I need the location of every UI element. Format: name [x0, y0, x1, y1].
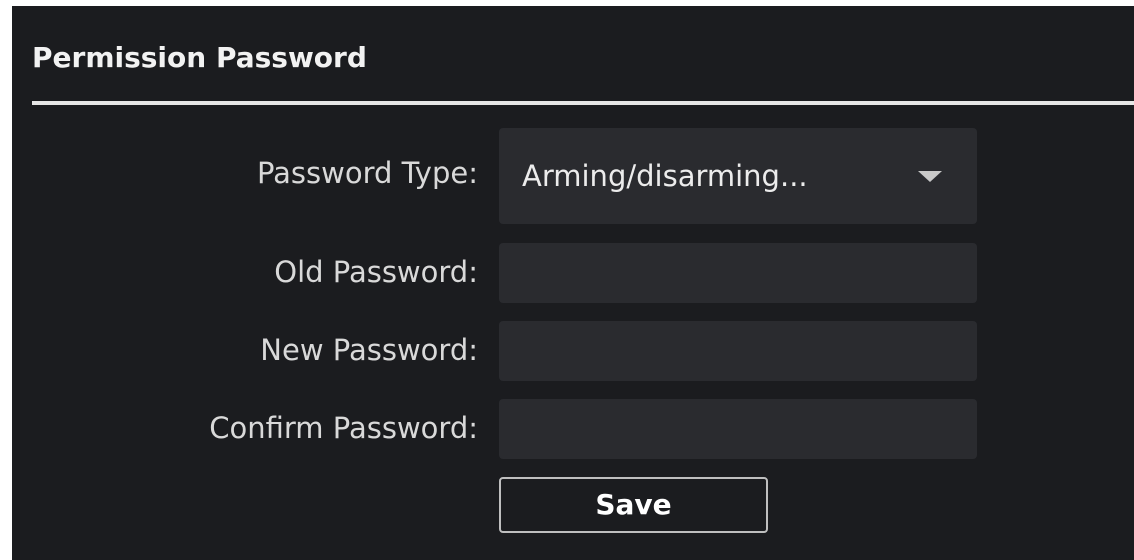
permission-password-panel: Permission Password Password Type: Armin…	[12, 6, 1134, 560]
password-type-value: Arming/disarming...	[522, 159, 808, 193]
old-password-label: Old Password:	[274, 255, 478, 289]
old-password-input[interactable]	[499, 243, 977, 303]
new-password-input[interactable]	[499, 321, 977, 381]
save-button[interactable]: Save	[499, 477, 768, 533]
chevron-down-icon	[918, 171, 942, 182]
confirm-password-input[interactable]	[499, 399, 977, 459]
confirm-password-label: Confirm Password:	[209, 411, 478, 445]
password-type-label: Password Type:	[256, 156, 478, 190]
password-type-select[interactable]: Arming/disarming...	[499, 128, 977, 224]
title-divider	[32, 101, 1134, 105]
section-title: Permission Password	[32, 41, 367, 74]
new-password-label: New Password:	[260, 333, 478, 367]
